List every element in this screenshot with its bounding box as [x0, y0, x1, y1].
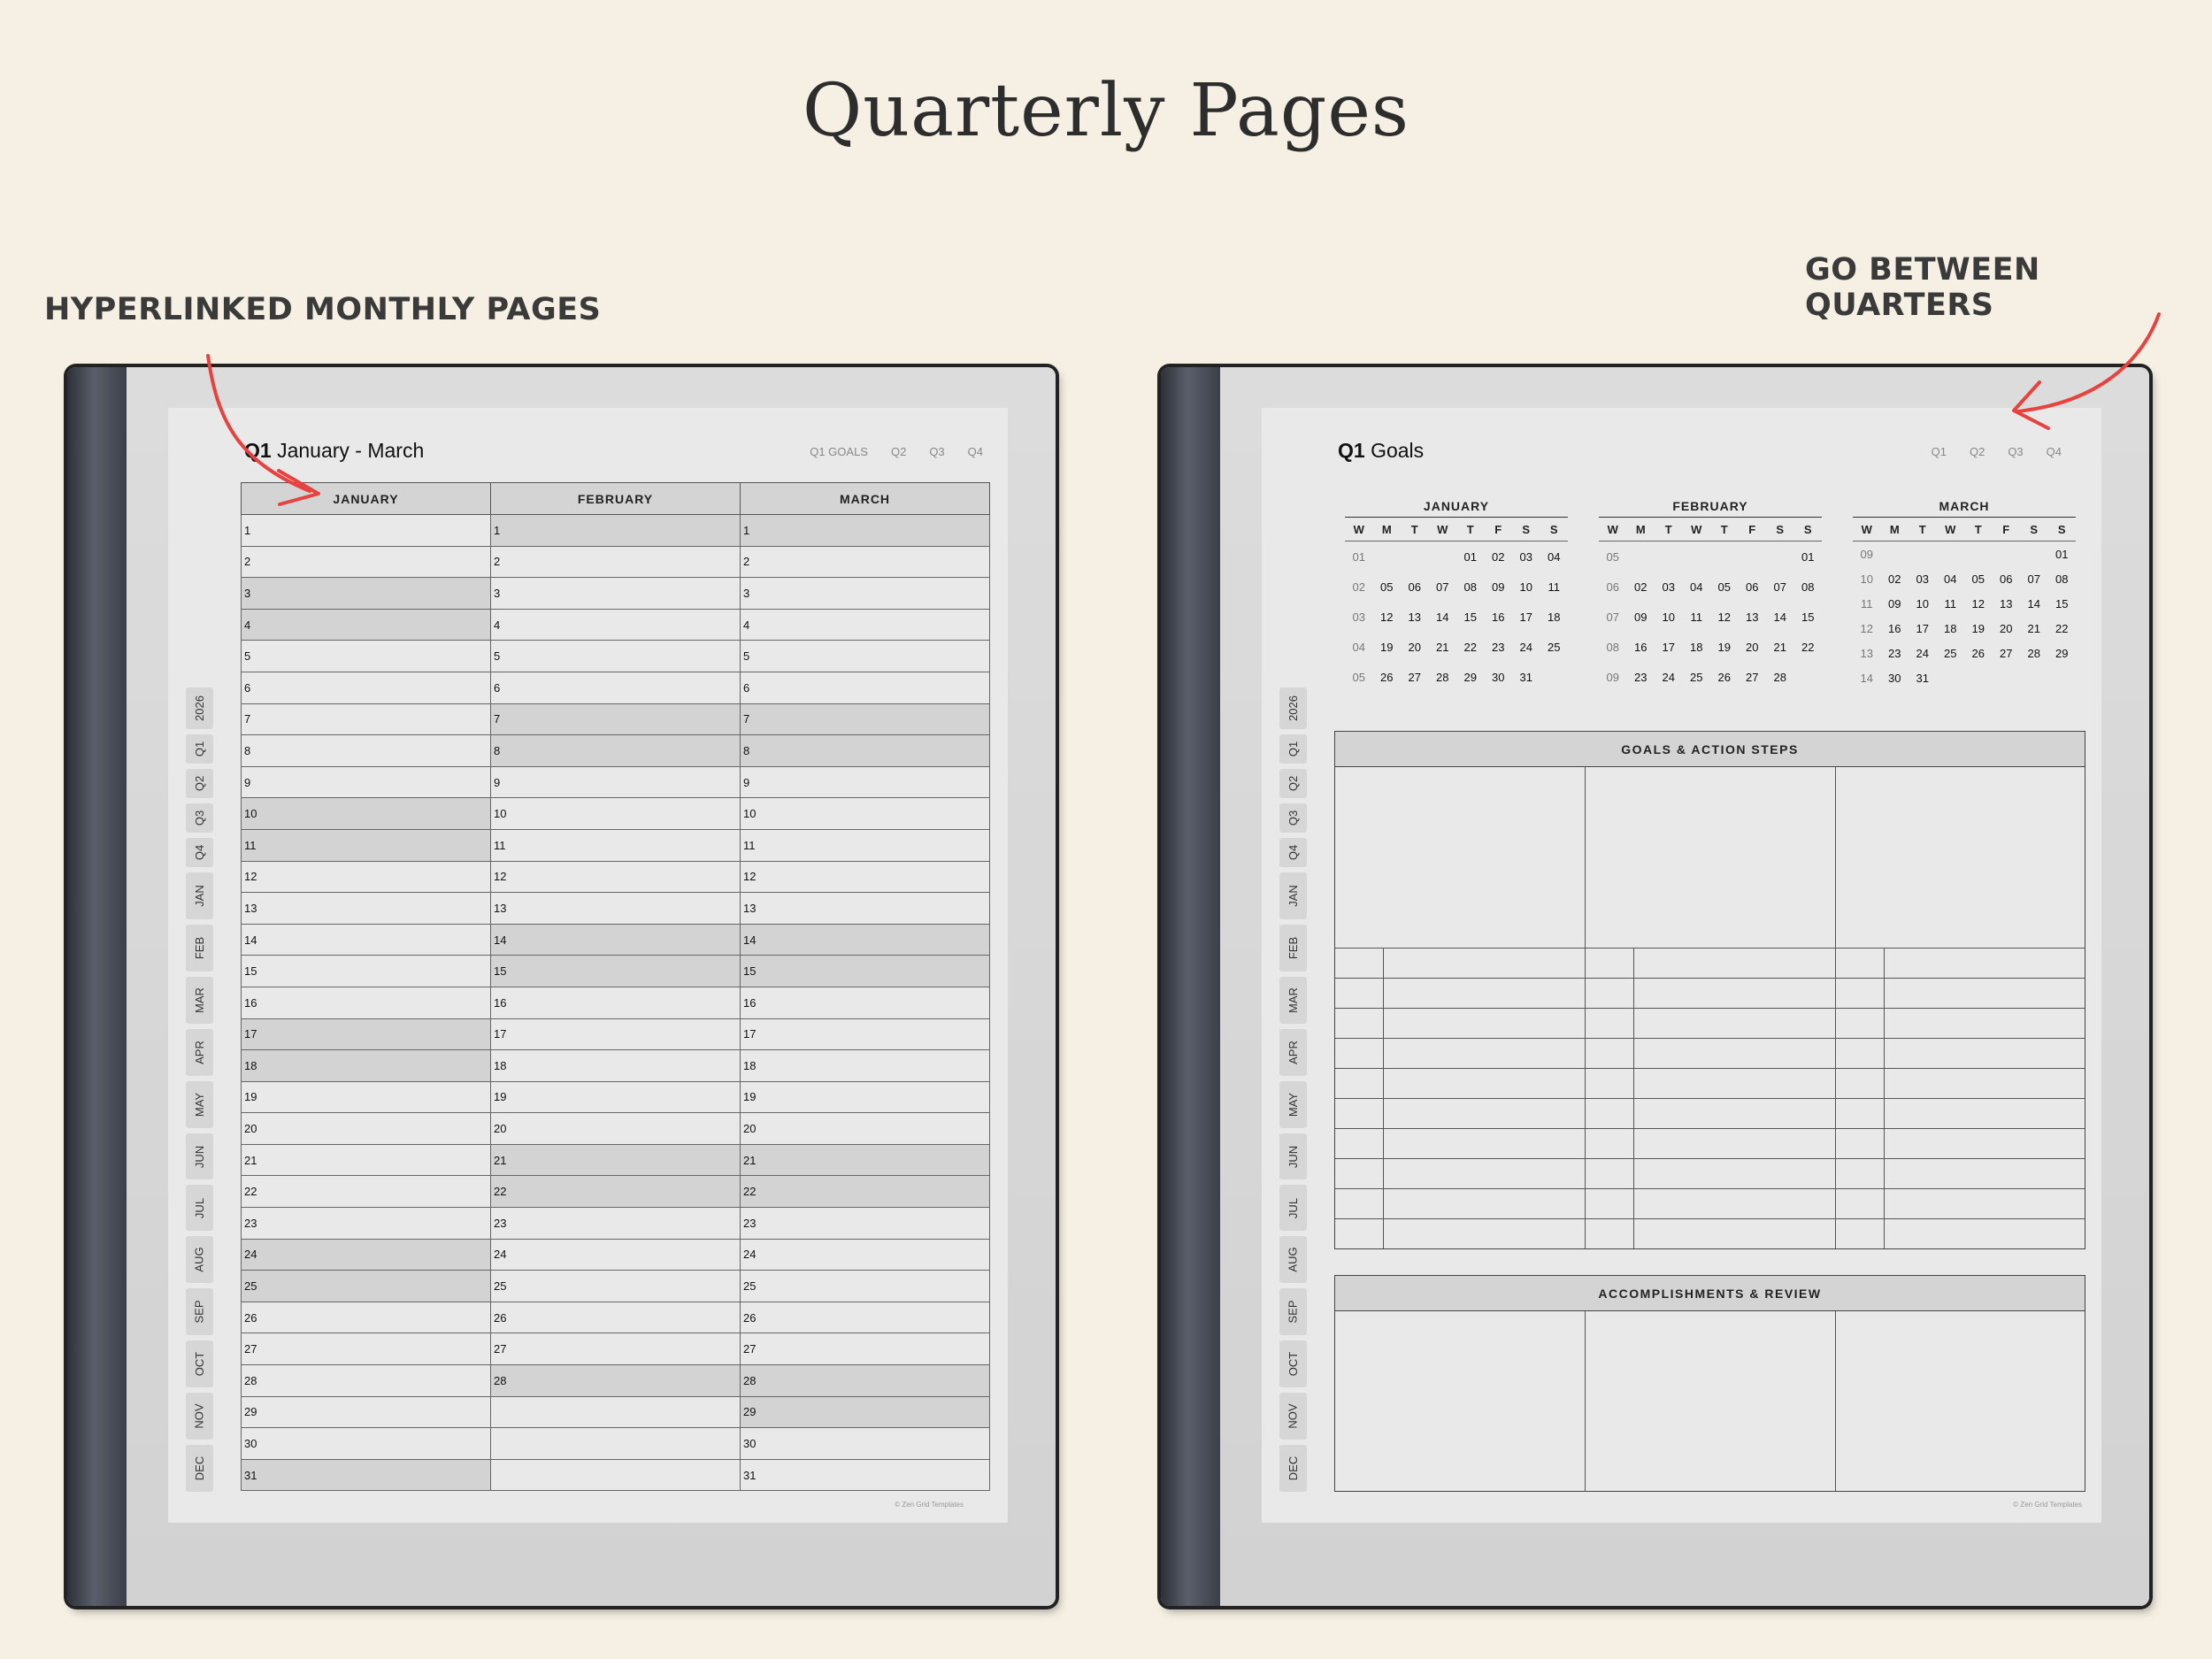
- arrow-to-monthly-headers-icon: [206, 312, 2161, 506]
